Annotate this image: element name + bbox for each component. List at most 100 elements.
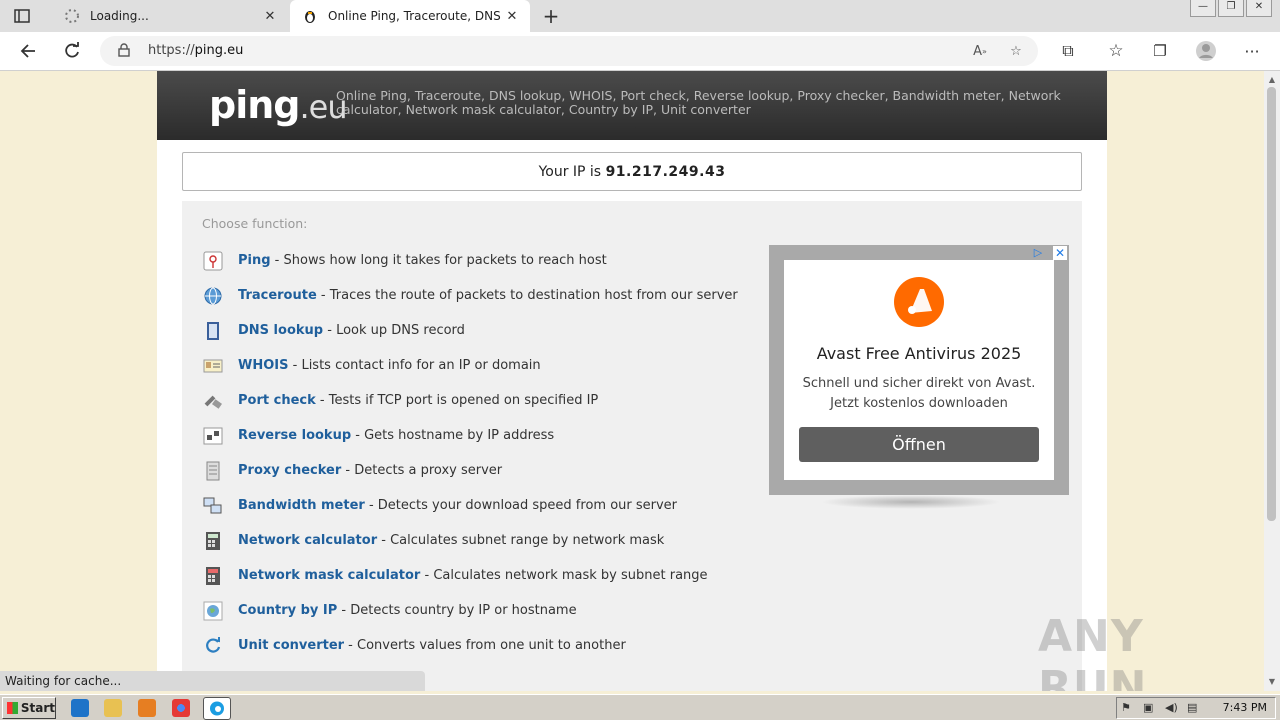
anyrun-watermark: ANY RUN bbox=[1038, 611, 1148, 691]
menu-button[interactable]: ··· bbox=[1238, 38, 1266, 64]
calculator-red-icon bbox=[202, 565, 224, 587]
function-description: Traces the route of packets to destinati… bbox=[329, 288, 738, 303]
url-host: ping.eu bbox=[194, 43, 244, 58]
ip-label: Your IP is bbox=[538, 164, 602, 180]
function-link[interactable]: Unit converter bbox=[238, 638, 344, 653]
network-icon[interactable]: ▣ bbox=[1143, 701, 1157, 715]
ping-icon bbox=[202, 250, 224, 272]
close-window-button[interactable]: ✕ bbox=[1246, 0, 1272, 17]
volume-icon[interactable]: ◀) bbox=[1165, 701, 1179, 715]
puzzle-icon: ⧉ bbox=[1062, 41, 1074, 60]
function-item: Traceroute - Traces the route of packets… bbox=[202, 278, 738, 313]
ad-banner[interactable]: ▷ ✕ Avast Free Antivirus 2025 Schnell un… bbox=[769, 245, 1069, 495]
page-viewport: ping.eu Online Ping, Traceroute, DNS loo… bbox=[0, 71, 1264, 691]
function-item: Bandwidth meter - Detects your download … bbox=[202, 488, 738, 523]
favorites-button[interactable]: ☆ bbox=[1102, 38, 1130, 64]
ad-card: Avast Free Antivirus 2025 Schnell und si… bbox=[784, 260, 1054, 480]
ad-close-button[interactable]: ✕ bbox=[1053, 246, 1067, 260]
start-button[interactable]: Start bbox=[2, 697, 56, 719]
function-link[interactable]: Reverse lookup bbox=[238, 428, 351, 443]
function-description: Tests if TCP port is opened on specified… bbox=[328, 393, 599, 408]
site-container: ping.eu Online Ping, Traceroute, DNS loo… bbox=[157, 71, 1107, 691]
tab-actions-button[interactable] bbox=[10, 6, 34, 26]
restore-button[interactable]: ❐ bbox=[1218, 0, 1244, 17]
function-link[interactable]: Port check bbox=[238, 393, 316, 408]
tab-strip: Loading... ✕ Online Ping, Traceroute, DN… bbox=[0, 0, 1280, 32]
url-text: https://ping.eu bbox=[148, 43, 243, 58]
function-separator: - bbox=[323, 323, 337, 338]
function-link[interactable]: DNS lookup bbox=[238, 323, 323, 338]
function-link[interactable]: WHOIS bbox=[238, 358, 288, 373]
file-explorer-icon[interactable] bbox=[104, 699, 122, 717]
function-link[interactable]: Bandwidth meter bbox=[238, 498, 365, 513]
adchoices-icon[interactable]: ▷ bbox=[1031, 246, 1045, 260]
tab-close-button[interactable]: ✕ bbox=[260, 9, 280, 24]
function-link[interactable]: Network mask calculator bbox=[238, 568, 420, 583]
function-link[interactable]: Traceroute bbox=[238, 288, 317, 303]
ad-title: Avast Free Antivirus 2025 bbox=[816, 344, 1022, 363]
favorites-star-icon: ☆ bbox=[1108, 41, 1124, 61]
choose-function-label: Choose function: bbox=[202, 216, 308, 231]
function-description: Detects country by IP or hostname bbox=[350, 603, 577, 618]
function-separator: - bbox=[288, 358, 302, 373]
logo-main: ping bbox=[209, 83, 300, 127]
taskbar: Start ⚑ ▣ ◀) ▤ 7:43 PM bbox=[0, 694, 1280, 720]
function-separator: - bbox=[315, 393, 329, 408]
tab-loading[interactable]: Loading... ✕ bbox=[52, 0, 288, 32]
add-favorite-icon[interactable]: ☆ bbox=[1006, 41, 1026, 61]
tab-title: Online Ping, Traceroute, DNS lo bbox=[328, 9, 502, 23]
function-description: Shows how long it takes for packets to r… bbox=[283, 253, 607, 268]
book-icon bbox=[202, 320, 224, 342]
function-link[interactable]: Proxy checker bbox=[238, 463, 341, 478]
url-scheme: https:// bbox=[148, 43, 195, 58]
refresh-icon bbox=[65, 42, 79, 58]
function-item: Port check - Tests if TCP port is opened… bbox=[202, 383, 738, 418]
loading-spinner-icon bbox=[64, 8, 80, 24]
new-tab-button[interactable]: + bbox=[540, 5, 562, 27]
ad-open-button[interactable]: Öffnen bbox=[799, 427, 1039, 462]
vertical-scrollbar[interactable]: ▲ ▼ bbox=[1264, 71, 1280, 691]
scroll-up-arrow-icon[interactable]: ▲ bbox=[1264, 73, 1280, 87]
function-link[interactable]: Network calculator bbox=[238, 533, 377, 548]
collections-icon: ❐ bbox=[1153, 42, 1167, 60]
function-link[interactable]: Country by IP bbox=[238, 603, 337, 618]
back-button[interactable] bbox=[14, 38, 42, 64]
screen: Loading... ✕ Online Ping, Traceroute, DN… bbox=[0, 0, 1280, 720]
tab-close-button[interactable]: ✕ bbox=[502, 9, 522, 24]
calculator-icon bbox=[202, 530, 224, 552]
edge-icon bbox=[210, 701, 224, 716]
avast-logo-icon bbox=[894, 277, 944, 327]
penguin-favicon-icon bbox=[302, 8, 318, 24]
minimize-button[interactable]: — bbox=[1190, 0, 1216, 17]
function-item: Country by IP - Detects country by IP or… bbox=[202, 593, 738, 628]
function-description: Converts values from one unit to another bbox=[357, 638, 626, 653]
read-aloud-icon[interactable]: A» bbox=[970, 41, 990, 61]
network-icon bbox=[202, 425, 224, 447]
windows-logo-icon bbox=[7, 702, 18, 714]
edge-taskbar-button[interactable] bbox=[203, 697, 231, 720]
earth-icon bbox=[202, 600, 224, 622]
status-bar: Waiting for cache... bbox=[0, 671, 425, 691]
site-logo[interactable]: ping.eu bbox=[209, 83, 348, 127]
media-player-icon[interactable] bbox=[138, 699, 156, 717]
function-separator: - bbox=[377, 533, 391, 548]
action-center-icon[interactable]: ▤ bbox=[1187, 701, 1201, 715]
ip-value: 91.217.249.43 bbox=[605, 164, 726, 180]
scroll-down-arrow-icon[interactable]: ▼ bbox=[1264, 675, 1280, 689]
refresh-button[interactable] bbox=[58, 38, 86, 64]
address-bar[interactable]: https://ping.eu A» ☆ bbox=[100, 36, 1038, 66]
server-icon bbox=[202, 460, 224, 482]
function-link[interactable]: Ping bbox=[238, 253, 271, 268]
internet-explorer-icon[interactable] bbox=[71, 699, 89, 717]
profile-button[interactable] bbox=[1192, 38, 1220, 64]
site-tagline: Online Ping, Traceroute, DNS lookup, WHO… bbox=[336, 88, 1061, 117]
extensions-button[interactable]: ⧉ bbox=[1054, 38, 1082, 64]
function-item: WHOIS - Lists contact info for an IP or … bbox=[202, 348, 738, 383]
chrome-icon[interactable] bbox=[172, 699, 190, 717]
tab-ping-eu[interactable]: Online Ping, Traceroute, DNS lo ✕ bbox=[290, 0, 530, 32]
scrollbar-thumb[interactable] bbox=[1267, 87, 1276, 521]
collections-button[interactable]: ❐ bbox=[1146, 38, 1174, 64]
flag-icon[interactable]: ⚑ bbox=[1121, 701, 1135, 715]
function-separator: - bbox=[344, 638, 358, 653]
function-item: DNS lookup - Look up DNS record bbox=[202, 313, 738, 348]
